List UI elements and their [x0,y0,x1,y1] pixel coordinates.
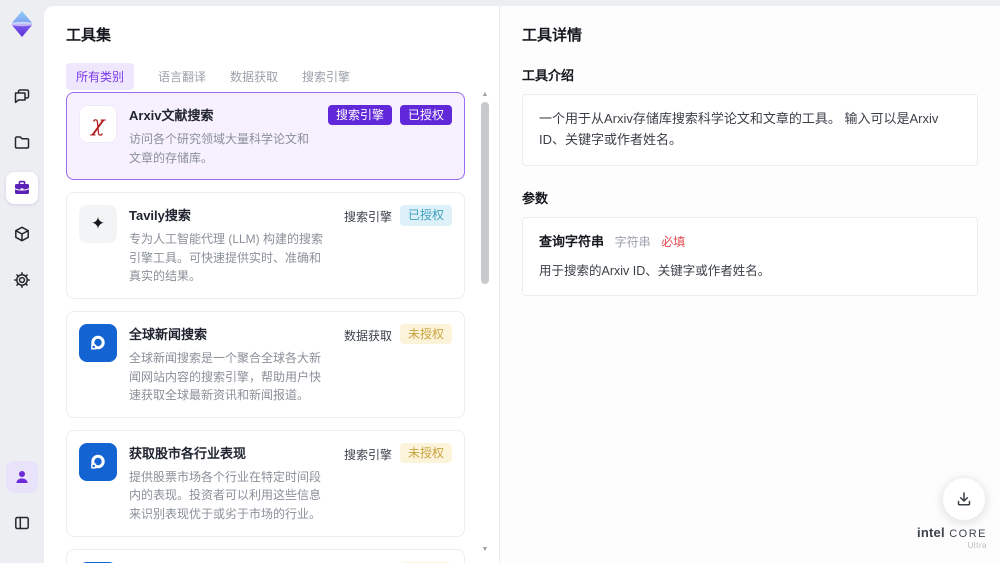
page-title: 工具集 [66,27,112,44]
tool-name: 全球新闻搜索 [129,326,208,342]
gear-icon [14,272,30,288]
tool-name: Tavily搜索 [129,208,191,224]
scrollbar-thumb[interactable] [481,102,489,284]
param-name: 查询字符串 [539,233,605,249]
tool-desc: 访问各个研究领域大量科学论文和文章的存储库。 [129,132,310,165]
category-tabs: 所有类别 语言翻译 数据获取 搜索引擎 [66,63,479,90]
chat-icon [14,89,30,104]
scroll-up-arrow[interactable]: ▲ [479,90,491,100]
auth-status-badge: 已授权 [399,205,452,226]
news-logo-icon [79,323,117,362]
params-heading: 参数 [522,190,549,206]
tool-list: χ Arxiv文献搜索 访问各个研究领域大量科学论文和文章的存储库。 搜索引擎 … [66,92,465,563]
tavily-logo-icon: ✦ [79,205,117,244]
category-label: 搜索引擎 [343,210,392,225]
sidebar-item-files[interactable] [6,126,38,158]
sidebar-item-collapse[interactable] [6,507,38,539]
sidebar-item-tools[interactable] [6,172,38,204]
arxiv-logo-icon: χ [79,105,117,143]
panel-toggle-icon [15,516,29,530]
tool-card-arxiv[interactable]: χ Arxiv文献搜索 访问各个研究领域大量科学论文和文章的存储库。 搜索引擎 … [66,92,465,181]
app-sidebar [0,0,44,563]
cube-icon [15,226,29,242]
gem-logo-icon [9,11,35,37]
tool-card-sector-performance[interactable]: 获取股市各行业表现 提供股票市场各个行业在特定时间段内的表现。投资者可以利用这些… [66,429,465,537]
category-badge: 搜索引擎 [327,105,392,126]
tool-desc: 提供股票市场各个行业在特定时间段内的表现。投资者可以利用这些信息来识别表现优于或… [129,469,322,521]
user-icon [16,471,28,483]
main-content: 工具集 所有类别 语言翻译 数据获取 搜索引擎 χ Arxiv文献搜索 访问各个… [44,6,1000,563]
tool-desc: 专为人工智能代理 (LLM) 构建的搜索引擎工具。可快速提供实时、准确和真实的结… [129,232,324,284]
tools-panel: 工具集 所有类别 语言翻译 数据获取 搜索引擎 χ Arxiv文献搜索 访问各个… [44,6,500,563]
intel-core-logo: intel CORE Ultra [917,524,987,551]
tool-card-active-stocks[interactable]: 获取市场最活跃股票信息 提供当天交易量最高的股票列表，投资者可以利用这些信息来识… [66,548,465,563]
sidebar-item-chat[interactable] [6,80,38,112]
auth-status-badge: 未授权 [399,323,452,345]
folder-icon [14,136,30,149]
app-logo [6,8,38,40]
category-label: 数据获取 [343,328,392,343]
auth-status-badge: 已授权 [399,105,452,126]
auth-status-badge: 未授权 [399,442,452,464]
param-required-flag: 必填 [661,234,686,249]
sidebar-item-models[interactable] [6,218,38,250]
tab-language-translation[interactable]: 语言翻译 [158,63,206,90]
toolbox-icon [15,180,29,194]
download-button[interactable] [942,477,986,521]
tool-card-global-news[interactable]: 全球新闻搜索 全球新闻搜索是一个聚合全球各大新闻网站内容的搜索引擎，帮助用户快速… [66,310,465,418]
category-label: 搜索引擎 [343,447,392,462]
tool-card-tavily[interactable]: ✦ Tavily搜索 专为人工智能代理 (LLM) 构建的搜索引擎工具。可快速提… [66,192,465,299]
scroll-down-arrow[interactable]: ▼ [479,545,491,555]
news-logo-icon [79,442,117,481]
tool-list-scrollbar: ▲ ▼ [479,90,491,555]
details-title: 工具详情 [522,27,583,44]
param-box: 查询字符串 字符串 必填 用于搜索的Arxiv ID、关键字或作者姓名。 [522,216,978,297]
intro-heading: 工具介绍 [522,68,575,83]
download-icon [957,492,971,506]
tab-data-acquisition[interactable]: 数据获取 [230,63,278,90]
tab-all-categories[interactable]: 所有类别 [66,63,135,90]
sidebar-item-settings[interactable] [6,264,38,296]
intro-box: 一个用于从Arxiv存储库搜索科学论文和文章的工具。 输入可以是Arxiv ID… [522,94,978,166]
param-type: 字符串 [614,234,651,249]
tool-name: Arxiv文献搜索 [129,108,214,123]
tool-details-panel: 工具详情 工具介绍 一个用于从Arxiv存储库搜索科学论文和文章的工具。 输入可… [500,6,1000,563]
param-desc: 用于搜索的Arxiv ID、关键字或作者姓名。 [539,264,771,279]
tool-desc: 全球新闻搜索是一个聚合全球各大新闻网站内容的搜索引擎，帮助用户快速获取全球最新资… [129,350,322,403]
sidebar-item-account[interactable] [6,461,38,493]
tool-name: 获取股市各行业表现 [129,445,247,461]
tab-search-engine[interactable]: 搜索引擎 [302,63,350,90]
